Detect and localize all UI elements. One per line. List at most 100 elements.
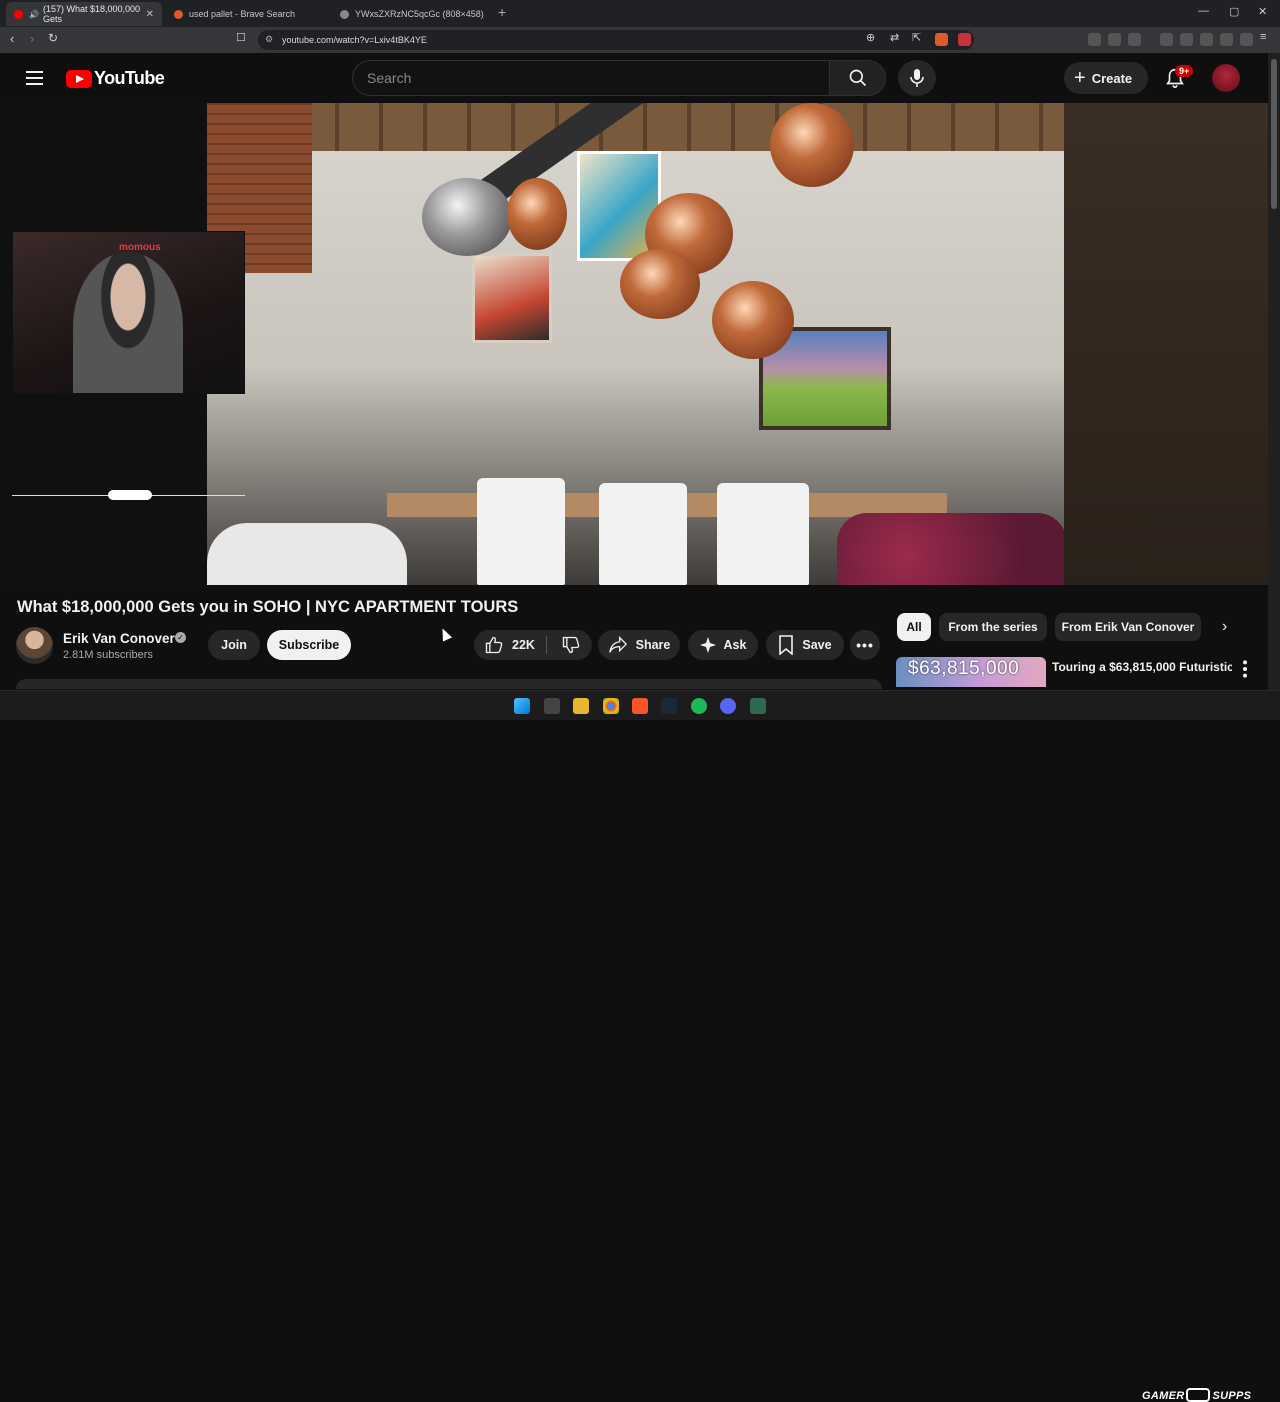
dining-chair <box>477 478 565 585</box>
zoom-icon[interactable]: ⊕ <box>866 31 875 44</box>
bookmark-icon[interactable]: ☐ <box>236 31 246 44</box>
globe-icon <box>340 9 349 19</box>
brave-shields-icon[interactable] <box>935 33 948 46</box>
subscribe-button[interactable]: Subscribe <box>267 630 351 660</box>
player-letterbox-right <box>1064 103 1268 585</box>
page-scrollbar[interactable] <box>1268 53 1280 690</box>
verified-check-icon: ✓ <box>175 632 186 643</box>
extension-icon[interactable] <box>1088 33 1101 46</box>
webcam-resize-handle[interactable] <box>108 490 152 500</box>
dislike-button[interactable] <box>561 635 581 655</box>
discord-icon[interactable] <box>720 698 736 714</box>
chip-all[interactable]: All <box>897 613 931 641</box>
more-actions-button[interactable]: ••• <box>850 630 880 660</box>
brave-browser-icon[interactable] <box>632 698 648 714</box>
translate-icon[interactable]: ⇄ <box>890 31 899 44</box>
tab-youtube[interactable]: 🔊 (157) What $18,000,000 Gets ✕ <box>6 2 162 26</box>
media-icon[interactable] <box>1160 33 1173 46</box>
dining-chair <box>599 483 687 585</box>
chevron-right-icon[interactable]: › <box>1222 618 1227 636</box>
chip-from-channel[interactable]: From Erik Van Conover <box>1055 613 1201 641</box>
chrome-icon[interactable] <box>603 698 619 714</box>
thumbs-down-icon <box>562 636 580 654</box>
vpn-icon[interactable] <box>1240 33 1253 46</box>
reading-list-icon[interactable] <box>1128 33 1141 46</box>
new-tab-icon[interactable]: + <box>498 4 506 20</box>
wallet-icon[interactable] <box>1200 33 1213 46</box>
gamer-supps-watermark: GAMER SUPPS <box>1142 1388 1251 1402</box>
youtube-logo[interactable]: YouTube <box>66 68 165 89</box>
recommendation-thumbnail[interactable]: $63,815,000 <box>896 657 1046 687</box>
thumbs-up-icon <box>485 636 503 654</box>
share-button[interactable]: Share <box>598 630 680 660</box>
url-text: youtube.com/watch?v=Lxiv4tBK4YE <box>282 35 427 45</box>
watermark-left: GAMER <box>1142 1390 1185 1402</box>
windows-start-icon[interactable] <box>514 698 530 714</box>
spotify-icon[interactable] <box>691 698 707 714</box>
recommendation-title[interactable]: Touring a $63,815,000 Futuristic Billion… <box>1052 659 1232 676</box>
watermark-right: SUPPS <box>1212 1390 1252 1402</box>
tab-brave-search[interactable]: used pallet - Brave Search <box>166 2 330 26</box>
extensions-puzzle-icon[interactable] <box>1108 33 1121 46</box>
wall-art-ship <box>472 253 552 343</box>
file-explorer-icon[interactable] <box>573 698 589 714</box>
ask-button[interactable]: Ask <box>688 630 758 660</box>
channel-name[interactable]: Erik Van Conover <box>63 631 175 646</box>
steam-icon[interactable] <box>661 698 677 714</box>
join-label: Join <box>221 638 247 652</box>
search-box <box>352 60 830 96</box>
site-info-icon[interactable]: ⚙ <box>265 34 273 45</box>
task-view-icon[interactable] <box>544 698 560 714</box>
pendant-lamp <box>770 103 854 187</box>
save-label: Save <box>802 638 832 652</box>
more-vertical-icon[interactable] <box>1240 659 1250 679</box>
search-button[interactable] <box>829 60 886 96</box>
like-button[interactable] <box>484 635 504 655</box>
like-dislike-group: 22K <box>474 630 592 660</box>
account-avatar[interactable] <box>1212 64 1240 92</box>
wood-ceiling <box>207 103 1064 151</box>
excel-icon[interactable] <box>750 698 766 714</box>
create-button[interactable]: + Create <box>1064 62 1148 94</box>
leo-ai-icon[interactable] <box>1220 33 1233 46</box>
address-bar-row: ‹ › ↻ ☐ ⚙ youtube.com/watch?v=Lxiv4tBK4Y… <box>0 27 1280 53</box>
video-frame <box>207 103 1064 585</box>
close-window-icon[interactable]: ✕ <box>1258 5 1267 18</box>
white-armchair <box>207 523 407 585</box>
close-tab-icon[interactable]: ✕ <box>146 9 154 20</box>
plus-icon: + <box>1074 66 1086 89</box>
sidebar-icon[interactable] <box>1180 33 1193 46</box>
save-button[interactable]: Save <box>766 630 844 660</box>
reload-icon[interactable]: ↻ <box>48 31 58 45</box>
chip-from-series[interactable]: From the series <box>939 613 1047 641</box>
pendant-lamp <box>620 249 700 319</box>
subscribe-label: Subscribe <box>278 638 340 652</box>
maximize-icon[interactable]: ▢ <box>1229 5 1239 18</box>
scrollbar-thumb[interactable] <box>1271 59 1277 209</box>
hamburger-menu-icon[interactable] <box>26 71 43 85</box>
ask-label: Ask <box>723 638 747 652</box>
forward-icon[interactable]: › <box>30 31 34 46</box>
description-box[interactable] <box>16 679 882 689</box>
like-count[interactable]: 22K <box>512 638 535 652</box>
pillows <box>837 513 1064 585</box>
share-label: Share <box>635 638 671 652</box>
menu-icon[interactable]: ≡ <box>1260 31 1266 43</box>
minimize-icon[interactable]: — <box>1198 5 1209 17</box>
search-input[interactable] <box>353 61 829 95</box>
mouse-cursor-icon <box>437 626 453 642</box>
share-page-icon[interactable]: ⇱ <box>912 31 921 44</box>
streamer <box>73 252 183 393</box>
voice-search-button[interactable] <box>898 60 936 96</box>
tab-label: YWxsZXRzNC5qcGc (808×458) <box>355 9 484 19</box>
channel-avatar[interactable] <box>16 627 53 664</box>
tab-image[interactable]: YWxsZXRzNC5qcGc (808×458) <box>332 2 496 26</box>
video-title: What $18,000,000 Gets you in SOHO | NYC … <box>17 598 519 616</box>
back-icon[interactable]: ‹ <box>10 31 14 46</box>
notification-badge: 9+ <box>1175 65 1194 77</box>
browser-tab-bar: 🔊 (157) What $18,000,000 Gets ✕ used pal… <box>0 0 1280 27</box>
brave-rewards-icon[interactable] <box>958 33 971 46</box>
brave-favicon-icon <box>174 9 183 19</box>
join-button[interactable]: Join <box>208 630 260 660</box>
share-icon <box>608 636 628 654</box>
